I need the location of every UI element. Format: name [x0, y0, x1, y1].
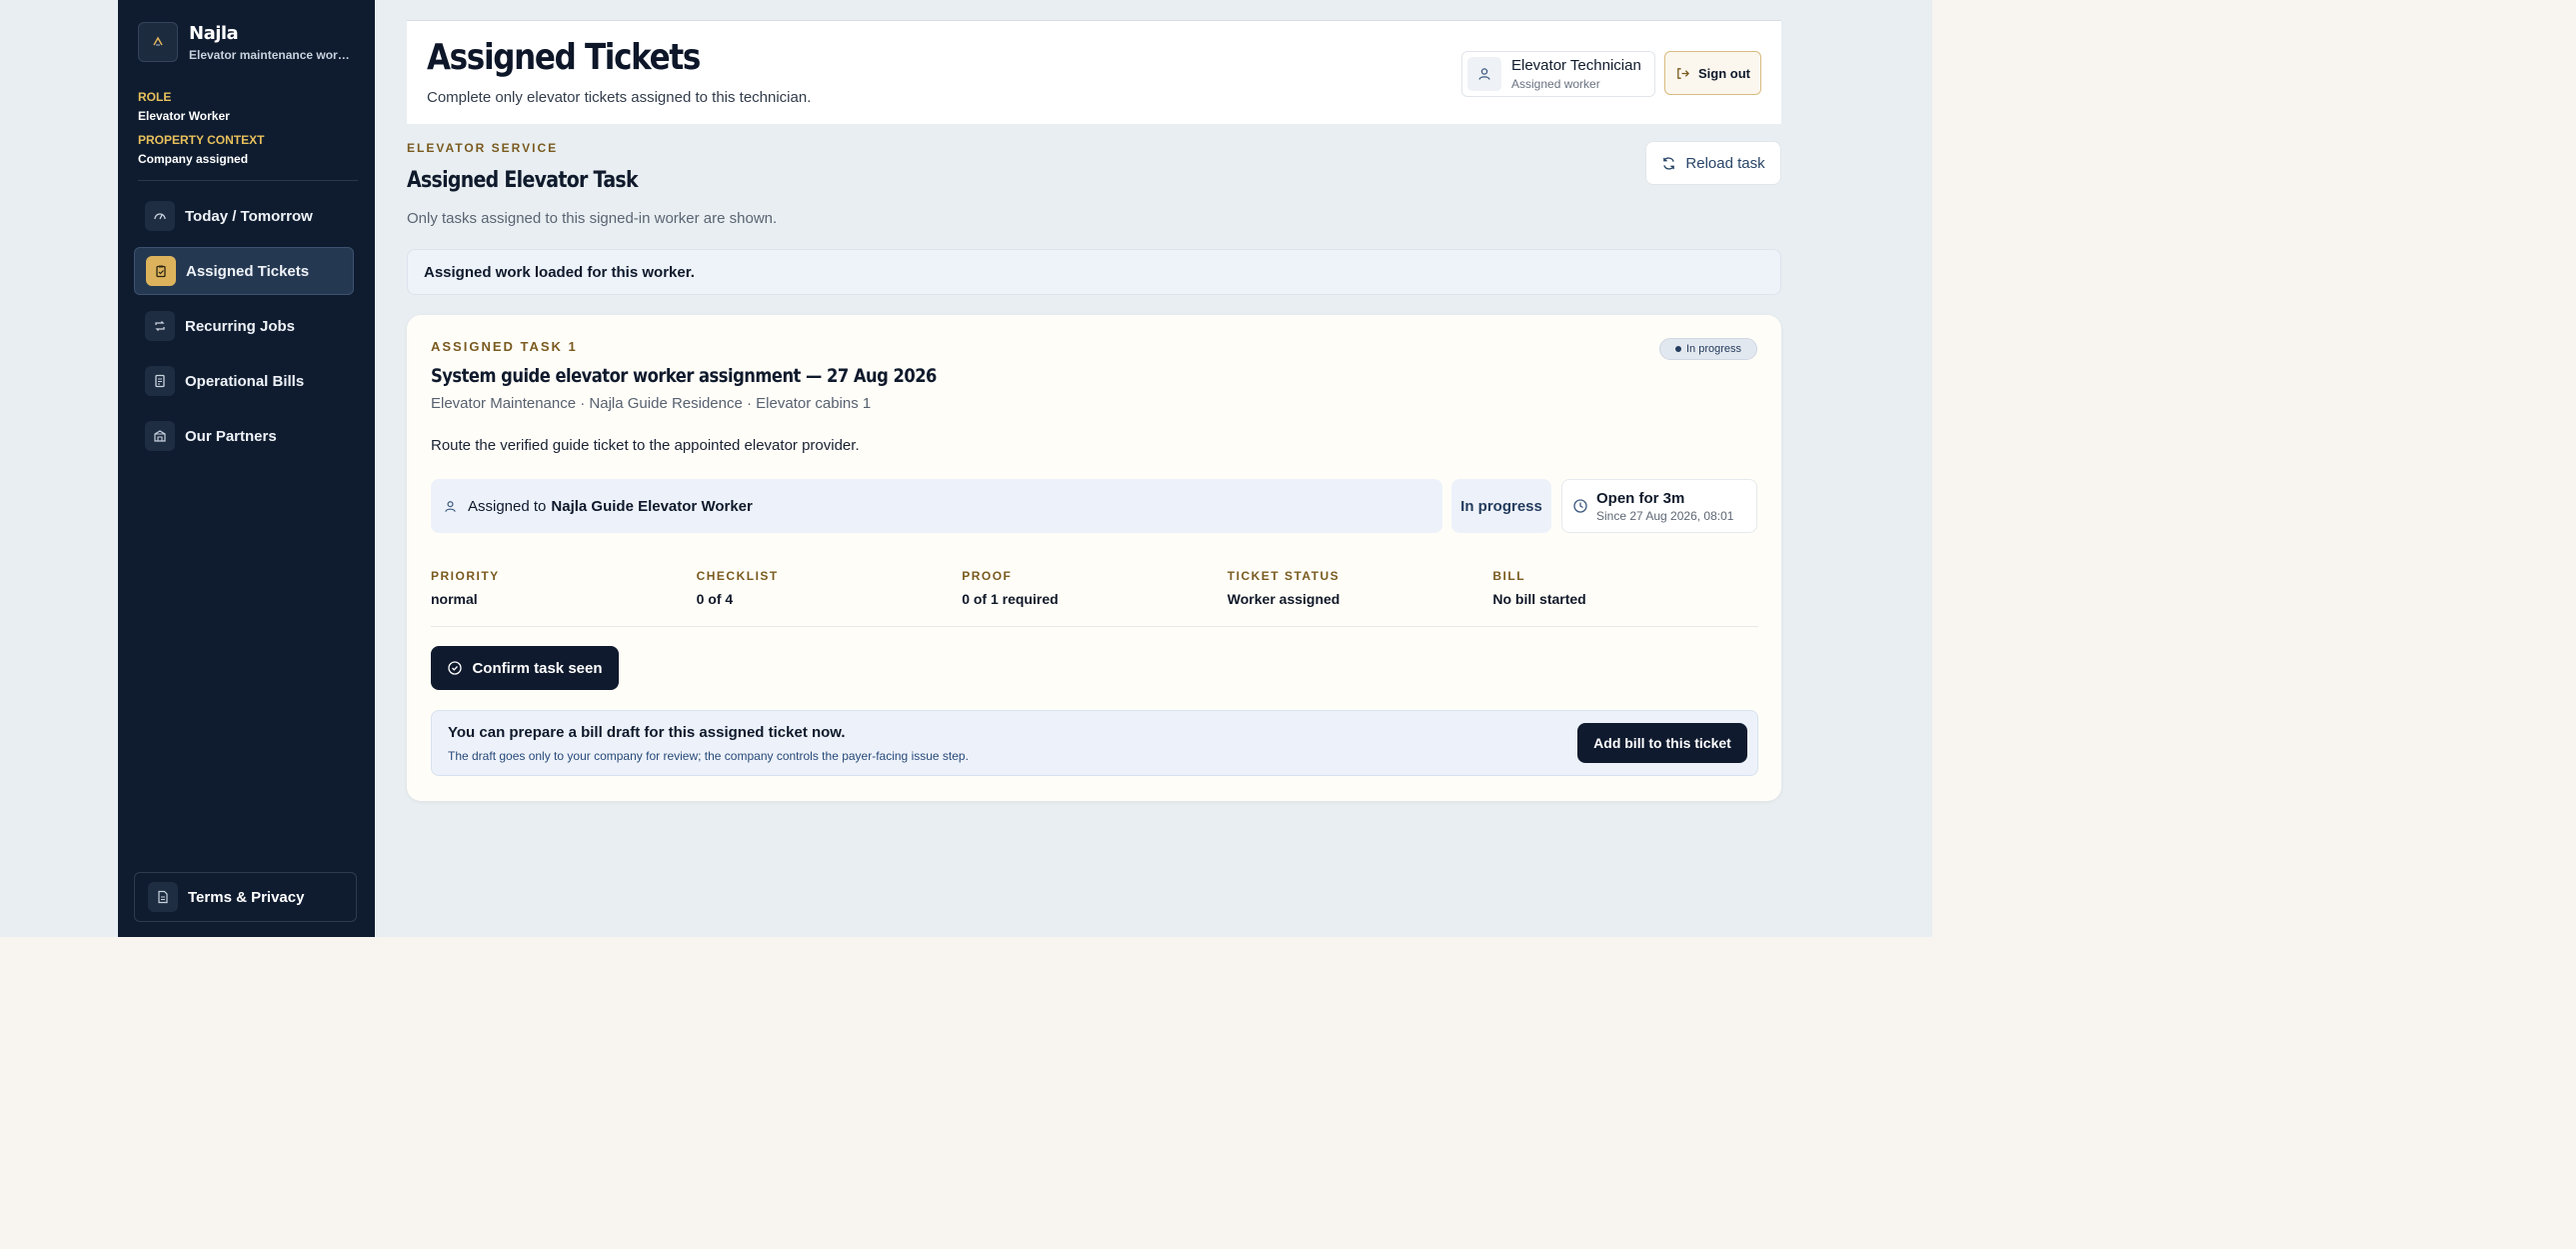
sign-out-button[interactable]: Sign out [1664, 51, 1761, 95]
user-icon [445, 500, 456, 512]
reload-task-label: Reload task [1685, 154, 1765, 172]
confirm-task-seen-label: Confirm task seen [472, 659, 603, 677]
stat-label: TICKET STATUS [1227, 569, 1340, 583]
stat-value: normal [431, 591, 478, 607]
stat-proof: PROOF 0 of 1 required [962, 569, 1228, 626]
property-context-label: PROPERTY CONTEXT [138, 133, 265, 147]
page-header: Assigned Tickets Complete only elevator … [407, 20, 1781, 124]
reload-task-button[interactable]: Reload task [1645, 141, 1781, 185]
sidebar-item-label: Today / Tomorrow [185, 207, 313, 225]
receipt-icon [145, 366, 175, 396]
sidebar-item-assigned-tickets[interactable]: Assigned Tickets [134, 247, 354, 295]
check-circle-icon [448, 661, 463, 675]
section-title: Assigned Elevator Task [407, 168, 639, 193]
page-subtitle: Complete only elevator tickets assigned … [427, 89, 812, 106]
bill-draft-subtitle: The draft goes only to your company for … [448, 749, 969, 763]
refresh-icon [1663, 156, 1675, 170]
open-duration: Open for 3m Since 27 Aug 2026, 08:01 [1561, 479, 1757, 533]
sidebar-nav: Today / Tomorrow Assigned Tickets Recurr… [134, 192, 354, 467]
logo-icon [138, 22, 178, 62]
terms-privacy-label: Terms & Privacy [188, 888, 305, 906]
user-role: Assigned worker [1511, 77, 1600, 91]
sidebar-item-operational-bills[interactable]: Operational Bills [134, 357, 354, 405]
task-meta: Elevator Maintenance · Najla Guide Resid… [431, 395, 872, 412]
sidebar-item-label: Our Partners [185, 427, 277, 445]
clipboard-icon [146, 256, 176, 286]
user-card: Elevator Technician Assigned worker [1461, 51, 1655, 97]
task-card: ASSIGNED TASK 1 In progress System guide… [407, 315, 1781, 801]
role-value: Elevator Worker [138, 109, 230, 123]
user-icon [1467, 57, 1501, 91]
stat-ticket-status: TICKET STATUS Worker assigned [1228, 569, 1493, 626]
clock-icon [1573, 499, 1587, 513]
assigned-worker-name: Najla Guide Elevator Worker [551, 497, 753, 515]
brand-name: Najla [189, 22, 239, 44]
building-icon [145, 421, 175, 451]
stat-checklist: CHECKLIST 0 of 4 [697, 569, 963, 626]
status-badge-label: In progress [1685, 343, 1742, 355]
sidebar-meta: ROLE Elevator Worker PROPERTY CONTEXT Co… [138, 90, 358, 176]
task-kicker: ASSIGNED TASK 1 [431, 339, 578, 354]
add-bill-button[interactable]: Add bill to this ticket [1577, 723, 1747, 763]
role-label: ROLE [138, 90, 172, 104]
bill-draft-panel: You can prepare a bill draft for this as… [431, 710, 1758, 776]
status-dot-icon [1674, 346, 1681, 352]
document-icon [148, 882, 178, 912]
terms-privacy-link[interactable]: Terms & Privacy [134, 872, 357, 922]
section-subtitle: Only tasks assigned to this signed-in wo… [407, 210, 778, 227]
task-description: Route the verified guide ticket to the a… [431, 437, 860, 454]
sidebar-divider [138, 180, 358, 181]
task-title: System guide elevator worker assignment … [431, 365, 937, 387]
stat-priority: PRIORITY normal [431, 569, 697, 626]
sidebar-item-label: Recurring Jobs [185, 317, 296, 335]
sign-out-icon [1677, 67, 1690, 79]
stat-value: 0 of 1 required [962, 591, 1059, 607]
stat-label: PROOF [962, 569, 1013, 583]
stat-bill: BILL No bill started [1492, 569, 1758, 626]
status-badge: In progress [1659, 338, 1757, 360]
stat-value: No bill started [1492, 591, 1586, 607]
sidebar-item-our-partners[interactable]: Our Partners [134, 412, 354, 460]
task-status-label: In progress [1460, 497, 1542, 515]
stat-value: Worker assigned [1227, 591, 1340, 607]
sign-out-label: Sign out [1698, 65, 1750, 81]
assigned-prefix: Assigned to [468, 497, 547, 515]
sidebar-item-label: Assigned Tickets [186, 262, 310, 280]
sidebar-item-label: Operational Bills [185, 372, 305, 390]
sidebar-item-recurring-jobs[interactable]: Recurring Jobs [134, 302, 354, 350]
stat-label: CHECKLIST [696, 569, 779, 583]
brand: Najla Elevator maintenance worker [138, 22, 355, 62]
sidebar-item-today-tomorrow[interactable]: Today / Tomorrow [134, 192, 354, 240]
bill-draft-title: You can prepare a bill draft for this as… [448, 724, 846, 741]
sidebar: Najla Elevator maintenance worker ROLE E… [118, 0, 375, 937]
stat-label: BILL [1492, 569, 1526, 583]
gauge-icon [145, 201, 175, 231]
status-notice-text: Assigned work loaded for this worker. [424, 263, 695, 281]
stat-label: PRIORITY [431, 569, 500, 583]
stat-value: 0 of 4 [696, 591, 734, 607]
user-name: Elevator Technician [1511, 57, 1641, 74]
open-for: Open for 3m [1596, 489, 1685, 507]
status-notice: Assigned work loaded for this worker. [407, 249, 1781, 295]
assigned-worker: Assigned to Najla Guide Elevator Worker [431, 479, 1442, 533]
property-context-value: Company assigned [138, 152, 249, 166]
app-shell: Najla Elevator maintenance worker ROLE E… [0, 0, 1932, 937]
section-kicker: ELEVATOR SERVICE [407, 141, 559, 155]
task-status: In progress [1451, 479, 1551, 533]
task-stats: PRIORITY normal CHECKLIST 0 of 4 PROOF 0… [431, 569, 1758, 627]
confirm-task-seen-button[interactable]: Confirm task seen [431, 646, 619, 690]
open-since: Since 27 Aug 2026, 08:01 [1596, 508, 1734, 523]
brand-subtitle: Elevator maintenance worker [189, 47, 355, 62]
repeat-icon [145, 311, 175, 341]
page-title: Assigned Tickets [427, 37, 701, 78]
